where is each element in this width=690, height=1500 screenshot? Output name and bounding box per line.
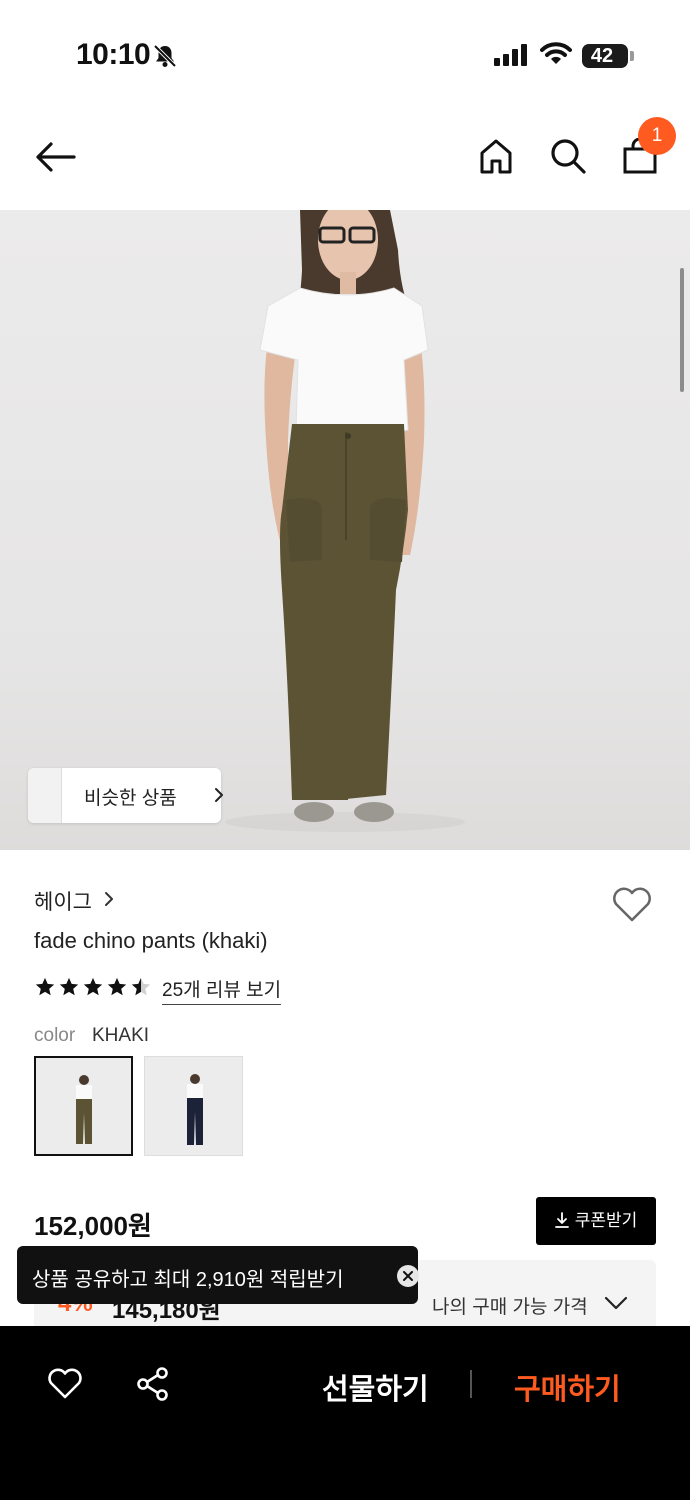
status-time: 10:10 <box>76 38 151 71</box>
color-option-khaki[interactable] <box>34 1056 133 1156</box>
share-reward-toast[interactable]: 상품 공유하고 최대 2,910원 적립받기 <box>17 1246 419 1304</box>
star-icon <box>35 977 55 996</box>
coupon-label: 쿠폰받기 <box>574 1211 638 1230</box>
status-bar: 10:10 42 <box>0 0 690 110</box>
similar-products-label: 비슷한 상품 <box>84 788 177 809</box>
model-photo <box>225 210 465 832</box>
wishlist-heart-icon[interactable] <box>611 887 653 923</box>
coupon-button[interactable]: 쿠폰받기 <box>536 1197 656 1245</box>
toast-message: 상품 공유하고 최대 2,910원 적립받기 <box>32 1269 344 1291</box>
search-icon[interactable] <box>550 138 586 174</box>
cart-count-badge: 1 <box>638 117 676 155</box>
buy-button[interactable]: 구매하기 <box>514 1366 621 1408</box>
toast-close-button[interactable] <box>397 1265 419 1287</box>
heart-icon[interactable] <box>47 1368 83 1400</box>
similar-products-button[interactable]: 비슷한 상품 <box>28 768 223 823</box>
battery-cap <box>630 51 634 61</box>
battery-level: 42 <box>590 45 614 67</box>
chevron-down-icon <box>604 1296 628 1310</box>
divider <box>470 1370 472 1398</box>
navy-thumbnail <box>145 1057 242 1155</box>
product-price: 152,000원 <box>34 1211 152 1241</box>
download-icon <box>554 1212 569 1228</box>
color-value: KHAKI <box>92 1025 150 1046</box>
top-nav: 1 <box>0 110 690 208</box>
khaki-thumbnail <box>36 1058 131 1154</box>
star-icon <box>83 977 103 996</box>
my-price-label: 나의 구매 가능 가격 <box>432 1297 588 1318</box>
product-name: fade chino pants (khaki) <box>34 928 268 953</box>
reviews-link[interactable]: 25개 리뷰 보기 <box>162 975 282 1005</box>
similar-thumbnail <box>28 768 62 823</box>
color-option-navy[interactable] <box>144 1056 243 1156</box>
wifi-icon <box>540 42 572 64</box>
battery-icon: 42 <box>582 44 628 68</box>
product-image[interactable]: 비슷한 상품 <box>0 210 690 850</box>
share-icon[interactable] <box>136 1366 170 1402</box>
close-icon <box>403 1271 413 1281</box>
rating-stars <box>34 976 152 998</box>
brand-link[interactable]: 헤이그 <box>34 886 92 916</box>
image-scroll-indicator <box>680 268 684 392</box>
chevron-right-icon <box>215 788 223 802</box>
home-icon[interactable] <box>478 138 514 174</box>
gift-button[interactable]: 선물하기 <box>322 1366 429 1408</box>
color-label: color <box>34 1025 76 1046</box>
bell-muted-icon <box>153 44 177 68</box>
star-icon <box>107 977 127 996</box>
star-icon <box>59 977 79 996</box>
chevron-right-icon[interactable] <box>104 891 114 907</box>
back-arrow-icon[interactable] <box>34 140 76 174</box>
half-star-icon <box>131 977 151 996</box>
signal-icon <box>494 44 527 66</box>
bottom-action-bar: 선물하기 구매하기 <box>0 1326 690 1500</box>
